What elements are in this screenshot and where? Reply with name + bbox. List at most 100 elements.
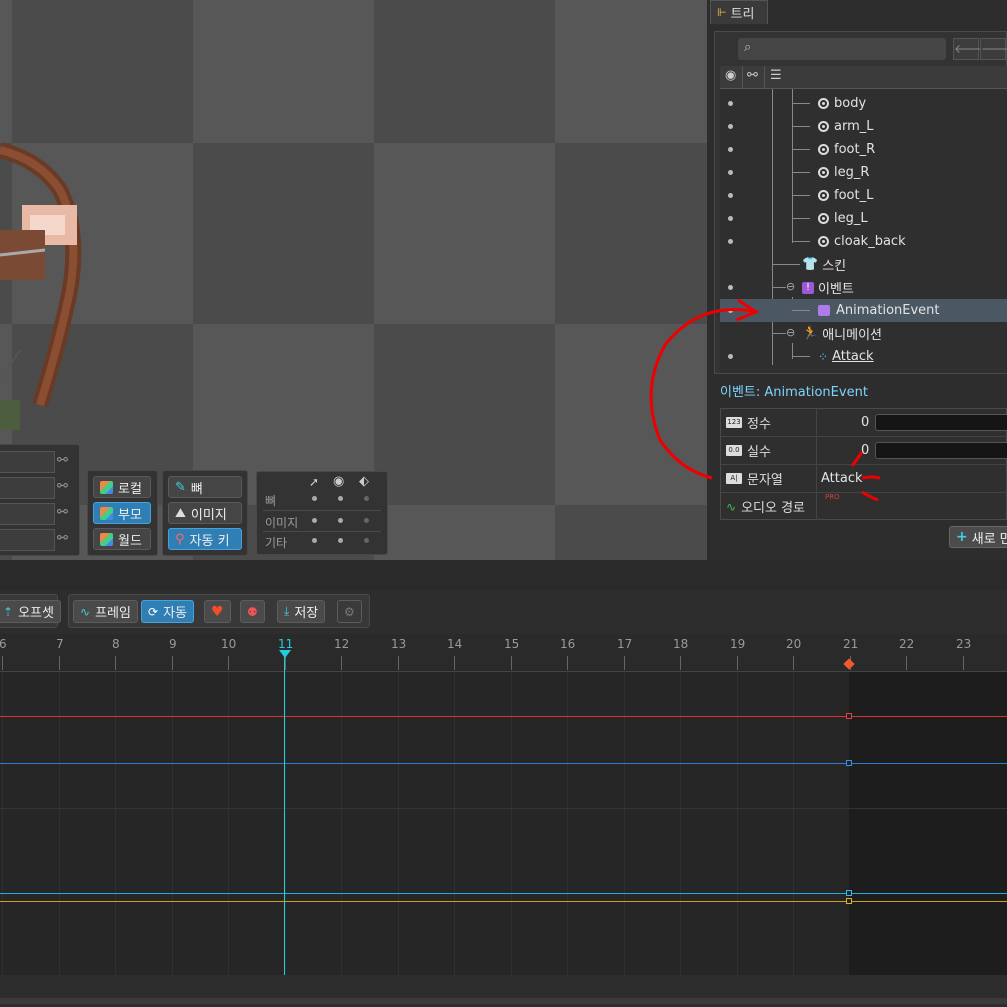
auto-button[interactable]: ⟳ 자동 xyxy=(141,600,194,623)
link-icon[interactable]: ⚯ xyxy=(57,531,68,546)
loop-icon: ⟳ xyxy=(148,604,159,619)
collapse-icon[interactable]: ⊖ xyxy=(786,280,795,293)
scale-field[interactable] xyxy=(0,503,55,525)
tree-item-arm-l[interactable]: arm_L xyxy=(720,115,1007,138)
string-value-field[interactable]: Attack xyxy=(821,465,863,492)
keyframe[interactable] xyxy=(846,898,852,904)
option-toggle[interactable] xyxy=(364,538,369,543)
visibility-dot[interactable] xyxy=(728,101,733,106)
float-type-icon: 0.0 xyxy=(726,445,742,456)
float-slider[interactable] xyxy=(875,442,1007,459)
after-end-region xyxy=(849,672,1007,975)
visibility-dot[interactable] xyxy=(728,239,733,244)
tree-item-skins[interactable]: 👕 스킨 xyxy=(720,253,1007,276)
bone-tool-icon: ✎ xyxy=(175,479,186,495)
ghost-icon: ⚉ xyxy=(247,604,258,619)
playhead-handle[interactable] xyxy=(279,650,291,658)
frame-label: 16 xyxy=(560,637,576,651)
frame-tick xyxy=(963,656,964,670)
visibility-dot[interactable] xyxy=(728,216,733,221)
key-column-icon[interactable]: ⚯ xyxy=(747,68,758,83)
shear-field[interactable] xyxy=(0,529,55,551)
axis-parent-button[interactable]: 부모 xyxy=(93,502,151,524)
visibility-dot[interactable] xyxy=(728,193,733,198)
tree-item-attack[interactable]: ⁘ Attack xyxy=(720,345,1007,368)
frame-tick xyxy=(398,656,399,670)
tree-item-cloak-back[interactable]: cloak_back xyxy=(720,230,1007,253)
axis-local-button[interactable]: 로컬 xyxy=(93,476,151,498)
hierarchy-column-icon[interactable]: ☰ xyxy=(770,68,782,83)
visibility-dot[interactable] xyxy=(728,285,733,290)
tree-item-leg-r[interactable]: leg_R xyxy=(720,161,1007,184)
bones-button[interactable]: ✎ 뼈 xyxy=(168,476,242,498)
link-icon[interactable]: ⚯ xyxy=(57,479,68,494)
frame-tick xyxy=(680,656,681,670)
option-toggle[interactable] xyxy=(312,496,317,501)
option-toggle[interactable] xyxy=(338,518,343,523)
frame-tick xyxy=(285,656,286,670)
forward-button[interactable]: 🡒 xyxy=(980,38,1007,60)
tree-item-animations[interactable]: ⊖ 🏃 애니메이션 xyxy=(720,322,1007,345)
float-value[interactable]: 0 xyxy=(861,437,869,464)
option-toggle[interactable] xyxy=(364,518,369,523)
image-icon: ⛰ xyxy=(175,505,186,521)
collapse-icon[interactable]: ⊖ xyxy=(786,326,795,339)
option-toggle[interactable] xyxy=(312,538,317,543)
reset-button[interactable]: ⚙ xyxy=(337,600,362,623)
link-icon[interactable]: ⚯ xyxy=(57,505,68,520)
frame-column-line xyxy=(172,672,173,975)
visibility-dot[interactable] xyxy=(728,308,733,313)
tree-item-foot-r[interactable]: foot_R xyxy=(720,138,1007,161)
world-axis-icon xyxy=(100,532,113,546)
tree-item-leg-l[interactable]: leg_L xyxy=(720,207,1007,230)
horizontal-scrollbar[interactable] xyxy=(0,998,1007,1004)
save-button[interactable]: ⤓ 저장 xyxy=(277,600,326,623)
visibility-dot[interactable] xyxy=(728,354,733,359)
translate-field[interactable] xyxy=(0,477,55,499)
frame-label: 8 xyxy=(112,637,120,651)
visibility-dot[interactable] xyxy=(728,170,733,175)
frame-tick xyxy=(793,656,794,670)
back-button[interactable]: 🡐 xyxy=(953,38,986,60)
frame-button[interactable]: ∿ 프레임 xyxy=(73,600,138,623)
ghost-button[interactable]: ⚉ xyxy=(240,600,265,623)
images-button[interactable]: ⛰ 이미지 xyxy=(168,502,242,524)
keyframe[interactable] xyxy=(846,890,852,896)
option-toggle[interactable] xyxy=(364,496,369,501)
rotate-field[interactable] xyxy=(0,451,55,473)
heart-button[interactable]: ♥ xyxy=(204,600,231,623)
string-type-icon: A| xyxy=(726,473,742,484)
eye-icon: ◉ xyxy=(333,474,345,489)
tab-tree[interactable]: ⊩ 트리 xyxy=(710,0,768,24)
reset-icon: ⚙ xyxy=(344,604,355,619)
option-toggle[interactable] xyxy=(338,496,343,501)
option-toggle[interactable] xyxy=(312,518,317,523)
search-input[interactable]: ⌕ xyxy=(738,38,946,60)
int-value[interactable]: 0 xyxy=(861,409,869,436)
int-slider[interactable] xyxy=(875,414,1007,431)
new-button[interactable]: + 새로 만들기 xyxy=(949,526,1007,548)
tree-list[interactable]: body arm_L foot_R leg_R foot_L leg_L clo… xyxy=(720,89,1007,373)
tree-item-body[interactable]: body xyxy=(720,92,1007,115)
tree-item-events[interactable]: ⊖ ! 이벤트 xyxy=(720,276,1007,299)
tree-item-foot-l[interactable]: foot_L xyxy=(720,184,1007,207)
frame-tick xyxy=(906,656,907,670)
keyframe[interactable] xyxy=(846,713,852,719)
auto-key-button[interactable]: ⚲ 자동 키 xyxy=(168,528,242,550)
frame-column-line xyxy=(398,672,399,975)
playhead[interactable] xyxy=(284,650,285,975)
panel-divider[interactable] xyxy=(0,560,1007,590)
option-toggle[interactable] xyxy=(338,538,343,543)
pro-badge: PRO xyxy=(825,493,840,501)
visibility-column-icon[interactable]: ◉ xyxy=(725,68,736,83)
float-property-row: 0.0 실수 0 xyxy=(721,437,1007,465)
tree-item-animation-event[interactable]: AnimationEvent xyxy=(720,299,1007,322)
tree-guide xyxy=(772,287,786,288)
link-icon[interactable]: ⚯ xyxy=(57,453,68,468)
viewport[interactable]: ⚯ ⚯ ⚯ ⚯ 로컬 부모 월드 ✎ 뼈 ⛰ 이미지 ⚲ 자동 키 ➚ ◉ ⬖ … xyxy=(0,0,707,560)
keyframe[interactable] xyxy=(846,760,852,766)
offset-button[interactable]: ⇡ 오프셋 xyxy=(0,600,61,623)
axis-world-button[interactable]: 월드 xyxy=(93,528,151,550)
visibility-dot[interactable] xyxy=(728,124,733,129)
visibility-dot[interactable] xyxy=(728,147,733,152)
